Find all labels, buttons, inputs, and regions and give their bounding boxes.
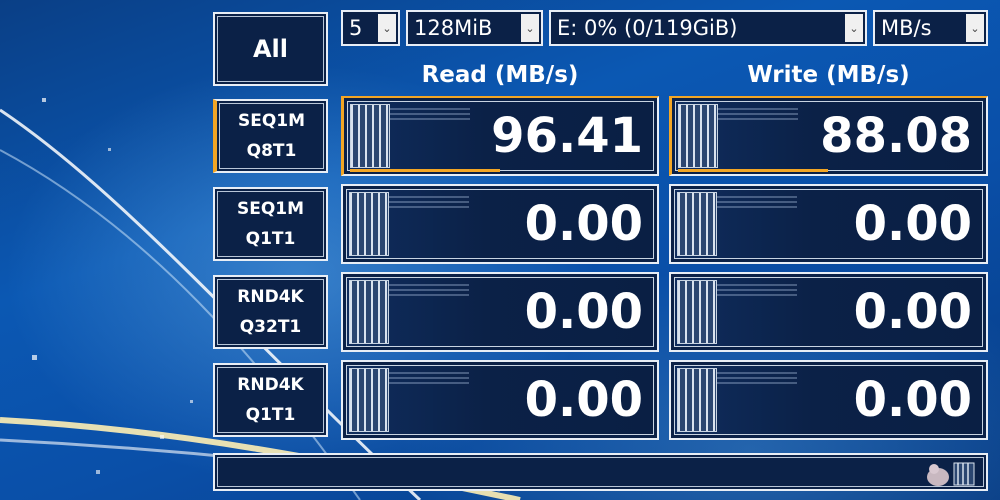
write-result-seq1m-q1t1: 0.00 <box>669 184 988 264</box>
read-progress-bar <box>350 169 500 172</box>
size-select-value: 128MiB <box>414 16 493 40</box>
wave-decoration <box>389 194 469 208</box>
gauge-icon <box>678 104 718 168</box>
all-button-label: All <box>252 35 289 63</box>
size-select[interactable]: 128MiB ⌄ <box>406 10 543 46</box>
test-label-line1: RND4K <box>237 287 304 307</box>
test-button-seq1m-q8t1[interactable]: SEQ1M Q8T1 <box>213 99 328 173</box>
test-label-line2: Q1T1 <box>245 229 296 249</box>
write-column-header: Write (MB/s) <box>669 62 988 99</box>
read-column-header: Read (MB/s) <box>341 62 659 99</box>
gauge-icon <box>349 368 389 432</box>
write-column-label: Write (MB/s) <box>747 62 910 88</box>
read-result-seq1m-q1t1: 0.00 <box>341 184 659 264</box>
count-select[interactable]: 5 ⌄ <box>341 10 400 46</box>
comment-bar[interactable] <box>213 453 988 491</box>
read-result-rnd4k-q32t1: 0.00 <box>341 272 659 352</box>
read-column-label: Read (MB/s) <box>421 62 579 88</box>
test-label-line1: SEQ1M <box>236 199 305 219</box>
chevron-down-icon: ⌄ <box>378 14 396 42</box>
drive-select-value: E: 0% (0/119GiB) <box>557 16 738 40</box>
wave-decoration <box>717 282 797 296</box>
write-result-rnd4k-q1t1: 0.00 <box>669 360 988 440</box>
gauge-icon <box>350 104 390 168</box>
gauge-icon <box>349 192 389 256</box>
mascot-icon <box>927 462 975 486</box>
test-label-line2: Q1T1 <box>245 405 296 425</box>
write-value: 88.08 <box>820 108 972 164</box>
write-result-seq1m-q8t1: 88.08 <box>669 96 988 176</box>
test-label-line2: Q8T1 <box>246 141 297 161</box>
read-result-seq1m-q8t1: 96.41 <box>341 96 659 176</box>
test-label-line2: Q32T1 <box>239 317 302 337</box>
gauge-icon <box>677 280 717 344</box>
chevron-down-icon: ⌄ <box>966 14 984 42</box>
write-value: 0.00 <box>853 372 972 428</box>
gauge-icon <box>677 368 717 432</box>
read-value: 0.00 <box>524 284 643 340</box>
test-button-rnd4k-q1t1[interactable]: RND4K Q1T1 <box>213 363 328 437</box>
test-label-line1: RND4K <box>237 375 304 395</box>
gauge-icon <box>677 192 717 256</box>
wave-decoration <box>717 370 797 384</box>
wave-decoration <box>390 106 470 120</box>
read-value: 0.00 <box>524 372 643 428</box>
all-button[interactable]: All <box>213 12 328 86</box>
unit-select-value: MB/s <box>881 16 932 40</box>
write-value: 0.00 <box>853 284 972 340</box>
read-value: 96.41 <box>491 108 643 164</box>
write-result-rnd4k-q32t1: 0.00 <box>669 272 988 352</box>
gauge-icon <box>349 280 389 344</box>
wave-decoration <box>718 106 798 120</box>
test-button-rnd4k-q32t1[interactable]: RND4K Q32T1 <box>213 275 328 349</box>
unit-select[interactable]: MB/s ⌄ <box>873 10 988 46</box>
test-label-line1: SEQ1M <box>237 111 306 131</box>
read-value: 0.00 <box>524 196 643 252</box>
chevron-down-icon: ⌄ <box>845 14 863 42</box>
count-select-value: 5 <box>349 16 363 40</box>
chevron-down-icon: ⌄ <box>521 14 539 42</box>
write-progress-bar <box>678 169 828 172</box>
wave-decoration <box>389 282 469 296</box>
read-result-rnd4k-q1t1: 0.00 <box>341 360 659 440</box>
wave-decoration <box>717 194 797 208</box>
wave-decoration <box>389 370 469 384</box>
test-button-seq1m-q1t1[interactable]: SEQ1M Q1T1 <box>213 187 328 261</box>
write-value: 0.00 <box>853 196 972 252</box>
drive-select[interactable]: E: 0% (0/119GiB) ⌄ <box>549 10 867 46</box>
